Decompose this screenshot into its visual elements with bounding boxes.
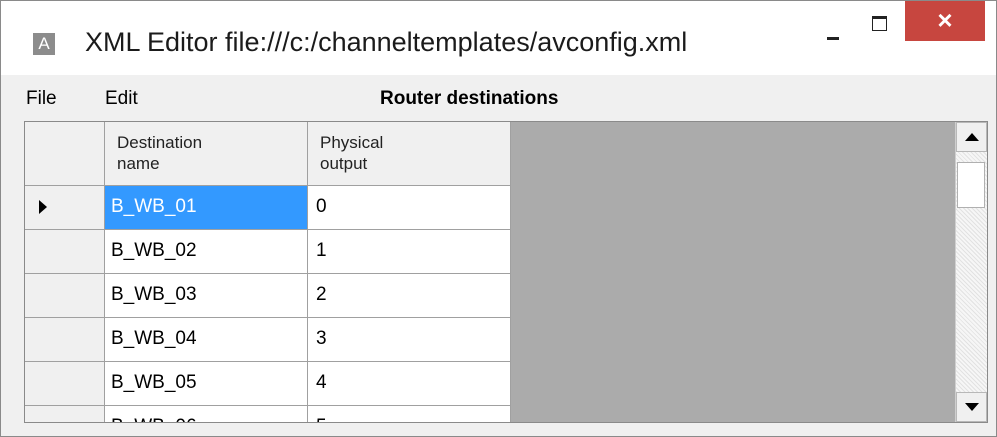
- destination-name-cell[interactable]: B_WB_02: [105, 230, 308, 274]
- menu-file[interactable]: File: [26, 88, 57, 110]
- column-header-label: name: [117, 154, 160, 173]
- current-row-arrow-icon: [39, 200, 47, 214]
- app-icon: A: [33, 33, 55, 55]
- destination-name-cell[interactable]: B_WB_04: [105, 318, 308, 362]
- column-header-physical-output[interactable]: Physical output: [308, 122, 511, 186]
- close-button[interactable]: ×: [905, 1, 985, 41]
- destination-name-cell[interactable]: B_WB_01: [105, 186, 308, 230]
- maximize-button[interactable]: [859, 9, 899, 39]
- row-header-cell[interactable]: [25, 406, 105, 422]
- physical-output-cell[interactable]: 3: [308, 318, 511, 362]
- row-header-cell[interactable]: [25, 362, 105, 406]
- scroll-thumb[interactable]: [957, 162, 985, 208]
- row-header-cell[interactable]: [25, 186, 105, 230]
- column-header-label: Physical: [320, 133, 384, 152]
- corner-header-cell[interactable]: [25, 122, 105, 186]
- window-title: XML Editor file:///c:/channeltemplates/a…: [85, 27, 688, 57]
- destination-name-cell[interactable]: B_WB_05: [105, 362, 308, 406]
- vertical-scrollbar[interactable]: [955, 122, 987, 422]
- destination-name-cell[interactable]: B_WB_03: [105, 274, 308, 318]
- destination-name-cell[interactable]: B_WB_06: [105, 406, 308, 422]
- scroll-down-button[interactable]: [956, 392, 987, 422]
- column-header-destination-name[interactable]: Destination name: [105, 122, 308, 186]
- minimize-button[interactable]: [813, 15, 853, 45]
- physical-output-cell[interactable]: 5: [308, 406, 511, 422]
- menu-edit[interactable]: Edit: [105, 88, 138, 110]
- row-header-cell[interactable]: [25, 230, 105, 274]
- physical-output-cell[interactable]: 0: [308, 186, 511, 230]
- title-bar[interactable]: A XML Editor file:///c:/channeltemplates…: [1, 1, 996, 75]
- physical-output-cell[interactable]: 4: [308, 362, 511, 406]
- menu-bar: File Edit Router destinations: [2, 75, 996, 121]
- destinations-grid[interactable]: Destination name Physical output B_WB_01…: [24, 121, 988, 423]
- column-header-label: output: [320, 154, 368, 173]
- row-header-cell[interactable]: [25, 318, 105, 362]
- close-icon: ×: [937, 5, 953, 35]
- scroll-up-button[interactable]: [956, 122, 987, 152]
- section-title: Router destinations: [380, 88, 559, 109]
- row-header-cell[interactable]: [25, 274, 105, 318]
- xml-editor-window: A XML Editor file:///c:/channeltemplates…: [0, 0, 997, 437]
- physical-output-cell[interactable]: 2: [308, 274, 511, 318]
- column-header-label: Destination: [117, 133, 203, 152]
- physical-output-cell[interactable]: 1: [308, 230, 511, 274]
